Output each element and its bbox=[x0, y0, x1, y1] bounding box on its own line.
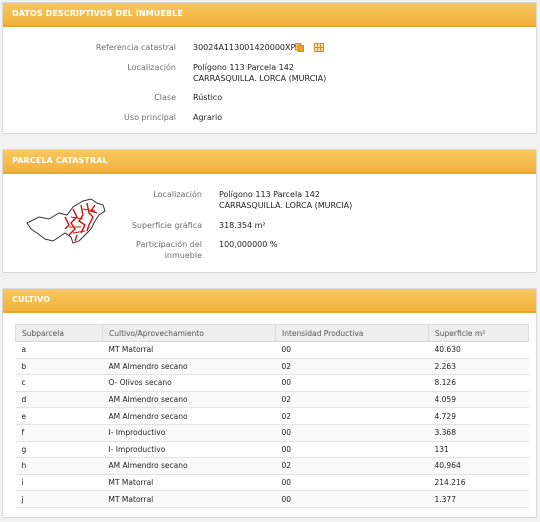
cell-intensidad: 02 bbox=[275, 407, 429, 425]
inmueble-header: DATOS DESCRIPTIVOS DEL INMUEBLE bbox=[3, 3, 536, 27]
cell-intensidad: 02 bbox=[275, 391, 429, 409]
grid-icon[interactable] bbox=[314, 43, 324, 52]
table-row: b AM Almendro secano 02 2.263 bbox=[15, 358, 529, 376]
table-row: d AM Almendro secano 02 4.059 bbox=[15, 391, 529, 409]
cultivo-header: CULTIVO bbox=[3, 289, 536, 313]
cell-cultivo: MT Matorral bbox=[102, 490, 276, 508]
cell-intensidad: 02 bbox=[275, 358, 429, 376]
parcela-loc-label: Localización bbox=[153, 190, 202, 199]
cell-cultivo: AM Almendro secano bbox=[102, 358, 276, 376]
cell-subparcela: e bbox=[15, 407, 103, 425]
loc-line1: Polígono 113 Parcela 142 bbox=[193, 63, 294, 72]
table-row: c O- Olivos secano 00 8.126 bbox=[15, 374, 529, 392]
col-intensidad: Intensidad Productiva bbox=[275, 324, 429, 342]
table-header-row: Subparcela Cultivo/Aprovechamiento Inten… bbox=[15, 324, 529, 342]
cell-intensidad: 00 bbox=[275, 441, 429, 459]
table-row: j MT Matorral 00 1.377 bbox=[15, 490, 529, 508]
cell-subparcela: c bbox=[15, 374, 103, 392]
cell-intensidad: 00 bbox=[275, 424, 429, 442]
cell-superficie: 8.126 bbox=[428, 374, 529, 392]
table-row: h AM Almendro secano 02 40.964 bbox=[15, 457, 529, 475]
sup-label: Superficie gráfica bbox=[131, 221, 202, 230]
cell-subparcela: i bbox=[15, 474, 103, 492]
cell-intensidad: 00 bbox=[275, 341, 429, 359]
col-subparcela: Subparcela bbox=[15, 324, 103, 342]
cell-superficie: 214.216 bbox=[428, 474, 529, 492]
parcela-loc-line2: CARRASQUILLA. LORCA (MURCIA) bbox=[219, 201, 353, 210]
table-row: i MT Matorral 00 214.216 bbox=[15, 474, 529, 492]
part-label-2: inmueble bbox=[164, 251, 202, 260]
copy-icon[interactable] bbox=[295, 43, 304, 52]
cell-subparcela: f bbox=[15, 424, 103, 442]
cell-superficie: 4.059 bbox=[428, 391, 529, 409]
cell-cultivo: AM Almendro secano bbox=[102, 407, 276, 425]
inmueble-panel: DATOS DESCRIPTIVOS DEL INMUEBLE Referenc… bbox=[2, 2, 537, 134]
cell-cultivo: O- Olivos secano bbox=[102, 374, 276, 392]
part-value: 100,000000 % bbox=[219, 240, 278, 249]
cultivo-panel: CULTIVO Subparcela Cultivo/Aprovechamien… bbox=[2, 288, 537, 518]
sup-value: 318.354 m² bbox=[219, 221, 266, 230]
ref-value: 30024A113001420000XP bbox=[193, 43, 296, 52]
cell-cultivo: AM Almendro secano bbox=[102, 457, 276, 475]
cell-superficie: 40.964 bbox=[428, 457, 529, 475]
clase-value: Rústico bbox=[193, 93, 223, 102]
cell-superficie: 131 bbox=[428, 441, 529, 459]
cell-superficie: 2.263 bbox=[428, 358, 529, 376]
uso-label: Uso principal bbox=[124, 113, 176, 122]
cell-subparcela: b bbox=[15, 358, 103, 376]
parcel-outline bbox=[26, 198, 106, 244]
cell-subparcela: a bbox=[15, 341, 103, 359]
cell-subparcela: h bbox=[15, 457, 103, 475]
parcela-panel: PARCELA CATASTRAL Localización Polígono … bbox=[2, 149, 537, 273]
cell-superficie: 3.368 bbox=[428, 424, 529, 442]
parcela-header: PARCELA CATASTRAL bbox=[3, 150, 536, 174]
cell-superficie: 4.729 bbox=[428, 407, 529, 425]
table-row: f I- Improductivo 00 3.368 bbox=[15, 424, 529, 442]
cell-cultivo: I- Improductivo bbox=[102, 441, 276, 459]
cell-superficie: 40.630 bbox=[428, 341, 529, 359]
cell-cultivo: I- Improductivo bbox=[102, 424, 276, 442]
cell-cultivo: MT Matorral bbox=[102, 474, 276, 492]
table-row: a MT Matorral 00 40.630 bbox=[15, 341, 529, 359]
cell-intensidad: 02 bbox=[275, 457, 429, 475]
cell-intensidad: 00 bbox=[275, 374, 429, 392]
loc-line2: CARRASQUILLA. LORCA (MURCIA) bbox=[193, 74, 327, 83]
uso-value: Agrario bbox=[193, 113, 223, 122]
cell-subparcela: g bbox=[15, 441, 103, 459]
col-superficie: Superficie m² bbox=[428, 324, 529, 342]
table-row: e AM Almendro secano 02 4.729 bbox=[15, 407, 529, 425]
cell-subparcela: j bbox=[15, 490, 103, 508]
part-label-1: Participación del bbox=[136, 240, 202, 249]
cultivo-table: Subparcela Cultivo/Aprovechamiento Inten… bbox=[15, 324, 529, 508]
cell-superficie: 1.377 bbox=[428, 490, 529, 508]
cell-subparcela: d bbox=[15, 391, 103, 409]
table-row: g I- Improductivo 00 131 bbox=[15, 441, 529, 459]
cell-intensidad: 00 bbox=[275, 490, 429, 508]
cell-cultivo: AM Almendro secano bbox=[102, 391, 276, 409]
cell-cultivo: MT Matorral bbox=[102, 341, 276, 359]
col-cultivo: Cultivo/Aprovechamiento bbox=[102, 324, 276, 342]
cell-intensidad: 00 bbox=[275, 474, 429, 492]
parcel-map[interactable] bbox=[25, 195, 115, 251]
parcela-loc-line1: Polígono 113 Parcela 142 bbox=[219, 190, 320, 199]
loc-label: Localización bbox=[127, 63, 176, 72]
ref-label: Referencia catastral bbox=[95, 43, 176, 52]
clase-label: Clase bbox=[154, 93, 176, 102]
